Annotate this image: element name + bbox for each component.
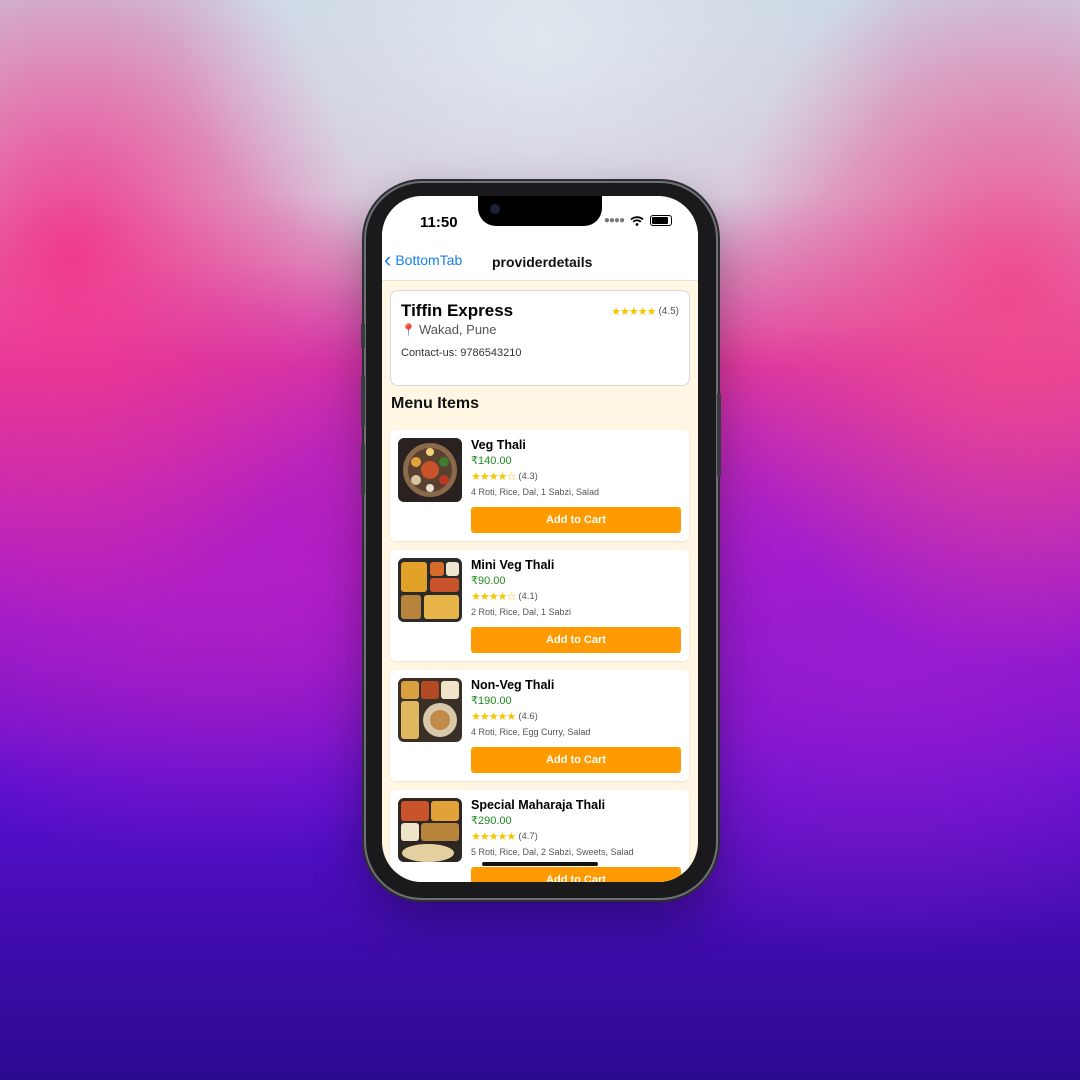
- item-rating: ★★★★☆ (4.3): [471, 470, 538, 483]
- item-rating: ★★★★★ (4.6): [471, 710, 538, 723]
- item-price: ₹90.00: [471, 575, 506, 587]
- food-thumbnail: [398, 798, 462, 862]
- volume-up-button: [361, 375, 365, 427]
- scroll-content[interactable]: Tiffin Express ★★★★★ (4.5) 📍 Wakad, Pune…: [382, 280, 698, 882]
- food-thumbnail: [398, 678, 462, 742]
- item-rating: ★★★★☆ (4.1): [471, 590, 538, 603]
- wifi-icon: [630, 215, 644, 226]
- battery-icon: [650, 215, 672, 226]
- star-icon: ★★★★☆: [471, 591, 516, 603]
- item-description: 2 Roti, Rice, Dal, 1 Sabzi: [471, 607, 572, 617]
- menu-item: Veg Thali ₹140.00 ★★★★☆ (4.3) 4 Roti, Ri…: [390, 430, 689, 541]
- item-name: Non-Veg Thali: [471, 678, 555, 692]
- add-to-cart-button[interactable]: Add to Cart: [471, 747, 681, 773]
- provider-contact: Contact-us: 9786543210: [401, 347, 522, 359]
- camera-icon: [490, 204, 500, 214]
- item-rating-text: (4.7): [518, 831, 538, 842]
- item-description: 4 Roti, Rice, Dal, 1 Sabzi, Salad: [471, 487, 600, 497]
- provider-name: Tiffin Express: [401, 301, 514, 320]
- add-to-cart-button[interactable]: Add to Cart: [471, 507, 681, 533]
- provider-rating-text: (4.5): [658, 306, 679, 317]
- menu-item: Mini Veg Thali ₹90.00 ★★★★☆ (4.1) 2 Roti…: [390, 550, 689, 661]
- provider-location: 📍 Wakad, Pune: [401, 322, 497, 337]
- notch: [478, 196, 602, 226]
- item-price: ₹190.00: [471, 695, 512, 707]
- item-rating-text: (4.3): [518, 471, 538, 482]
- provider-location-text: Wakad, Pune: [418, 322, 497, 337]
- item-description: 4 Roti, Rice, Egg Curry, Salad: [471, 727, 591, 737]
- status-time: 11:50: [420, 214, 458, 231]
- item-name: Special Maharaja Thali: [471, 798, 606, 812]
- star-icon: ★★★★★: [471, 831, 516, 843]
- item-price: ₹140.00: [471, 455, 512, 467]
- add-to-cart-button[interactable]: Add to Cart: [471, 627, 681, 653]
- menu-section-title: Menu Items: [391, 395, 480, 412]
- star-icon: ★★★★☆: [471, 471, 516, 483]
- star-icon: ★★★★★: [611, 306, 656, 318]
- provider-card: Tiffin Express ★★★★★ (4.5) 📍 Wakad, Pune…: [390, 290, 690, 386]
- navigation-bar: ‹ BottomTab providerdetails: [382, 244, 698, 281]
- item-rating: ★★★★★ (4.7): [471, 830, 538, 843]
- provider-rating: ★★★★★ (4.5): [611, 305, 679, 318]
- location-pin-icon: 📍: [401, 322, 416, 337]
- silent-switch: [361, 323, 365, 349]
- add-to-cart-button[interactable]: Add to Cart: [471, 867, 681, 882]
- power-button: [717, 393, 721, 477]
- status-icons: ●●●●: [604, 215, 672, 226]
- status-bar: 11:50 ●●●●: [382, 196, 698, 244]
- item-name: Veg Thali: [471, 438, 526, 452]
- phone-screen: 11:50 ●●●● ‹ BottomTab providerdetails T…: [382, 196, 698, 882]
- menu-list: Veg Thali ₹140.00 ★★★★☆ (4.3) 4 Roti, Ri…: [390, 430, 690, 882]
- item-price: ₹290.00: [471, 815, 512, 827]
- food-thumbnail: [398, 558, 462, 622]
- item-rating-text: (4.6): [518, 711, 538, 722]
- home-indicator[interactable]: [482, 862, 598, 866]
- item-name: Mini Veg Thali: [471, 558, 555, 572]
- menu-item: Special Maharaja Thali ₹290.00 ★★★★★ (4.…: [390, 790, 689, 882]
- food-thumbnail: [398, 438, 462, 502]
- star-icon: ★★★★★: [471, 711, 516, 723]
- page-title: providerdetails: [492, 254, 593, 270]
- menu-item: Non-Veg Thali ₹190.00 ★★★★★ (4.6) 4 Roti…: [390, 670, 689, 781]
- signal-icon: ●●●●: [603, 215, 625, 226]
- volume-down-button: [361, 443, 365, 495]
- item-rating-text: (4.1): [518, 591, 538, 602]
- back-button[interactable]: ‹ BottomTab: [384, 247, 463, 272]
- phone-frame: 11:50 ●●●● ‹ BottomTab providerdetails T…: [361, 183, 721, 898]
- item-description: 5 Roti, Rice, Dal, 2 Sabzi, Sweets, Sala…: [471, 847, 634, 857]
- back-label: BottomTab: [395, 252, 463, 268]
- chevron-left-icon: ‹: [384, 247, 392, 272]
